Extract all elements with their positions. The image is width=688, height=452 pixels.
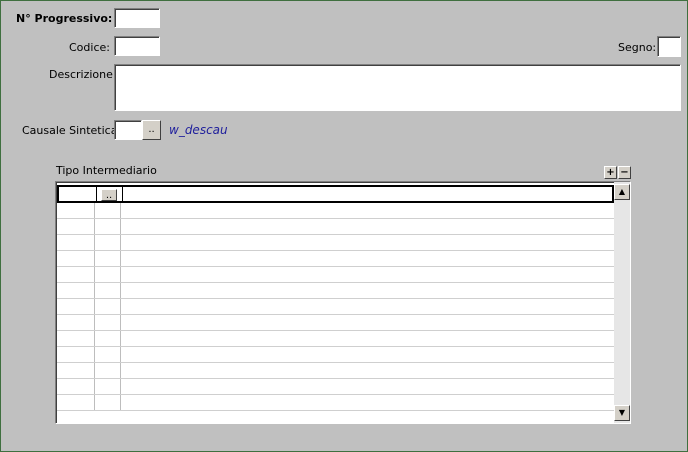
grid-cell[interactable]	[57, 235, 95, 250]
grid-cell[interactable]	[57, 267, 95, 282]
grid-title: Tipo Intermediario	[56, 164, 157, 177]
grid-cell[interactable]	[95, 363, 121, 378]
grid-cell-description[interactable]	[123, 187, 612, 201]
grid-cell[interactable]	[57, 347, 95, 362]
grid-scrollbar[interactable]: ▲ ▼	[614, 182, 630, 423]
causale-description: w_descau	[169, 123, 228, 137]
grid-cell[interactable]	[121, 251, 614, 266]
grid-cell[interactable]	[57, 283, 95, 298]
causale-lookup-button[interactable]: ..	[142, 120, 161, 140]
grid-cell[interactable]	[57, 219, 95, 234]
table-row[interactable]	[57, 235, 614, 251]
grid-cell[interactable]	[121, 235, 614, 250]
grid-cell[interactable]	[121, 379, 614, 394]
grid-cell[interactable]	[95, 219, 121, 234]
grid-cell[interactable]	[57, 315, 95, 330]
causale-field[interactable]	[114, 120, 142, 140]
descrizione-label: Descrizione:	[49, 68, 117, 81]
add-row-button[interactable]: +	[604, 166, 617, 179]
grid-cell[interactable]	[57, 379, 95, 394]
grid-cell[interactable]	[121, 299, 614, 314]
table-row[interactable]	[57, 267, 614, 283]
grid-cell[interactable]	[121, 395, 614, 410]
grid-cell[interactable]	[57, 299, 95, 314]
grid-cell-code[interactable]	[59, 187, 97, 201]
grid-cell[interactable]	[57, 331, 95, 346]
segno-field[interactable]	[657, 36, 681, 57]
grid-cell[interactable]	[121, 331, 614, 346]
segno-label: Segno:	[618, 41, 657, 54]
grid-cell[interactable]	[121, 283, 614, 298]
grid-cell[interactable]	[95, 283, 121, 298]
codice-field[interactable]	[114, 36, 160, 56]
tipo-intermediario-grid: .. ▲ ▼	[55, 181, 631, 424]
grid-cell[interactable]	[121, 347, 614, 362]
codice-label: Codice:	[69, 41, 110, 54]
table-row[interactable]	[57, 299, 614, 315]
grid-cell[interactable]	[121, 267, 614, 282]
grid-cell[interactable]	[95, 203, 121, 218]
grid-cell[interactable]	[121, 203, 614, 218]
grid-cell[interactable]	[95, 331, 121, 346]
table-row[interactable]	[57, 315, 614, 331]
table-row[interactable]	[57, 283, 614, 299]
table-row[interactable]	[57, 363, 614, 379]
table-row[interactable]	[57, 379, 614, 395]
table-row[interactable]	[57, 331, 614, 347]
grid-cell[interactable]	[95, 251, 121, 266]
grid-cell[interactable]	[57, 363, 95, 378]
grid-cell[interactable]	[95, 315, 121, 330]
scroll-down-icon[interactable]: ▼	[614, 405, 630, 421]
grid-cell[interactable]	[57, 203, 95, 218]
table-row[interactable]	[57, 203, 614, 219]
grid-cell[interactable]	[57, 395, 95, 410]
form-window: N° Progressivo: Codice: Segno: Descrizio…	[0, 0, 688, 452]
descrizione-field[interactable]	[114, 64, 681, 111]
grid-cell[interactable]	[95, 395, 121, 410]
progressivo-field[interactable]	[114, 8, 160, 28]
causale-label: Causale Sintetica:	[22, 124, 122, 137]
row-lookup-button[interactable]: ..	[101, 189, 117, 201]
grid-cell[interactable]	[95, 267, 121, 282]
grid-cell[interactable]	[121, 315, 614, 330]
remove-row-button[interactable]: −	[618, 166, 631, 179]
table-row[interactable]	[57, 219, 614, 235]
grid-cell[interactable]	[95, 347, 121, 362]
grid-cell[interactable]	[121, 219, 614, 234]
scroll-up-icon[interactable]: ▲	[614, 184, 630, 200]
grid-cell[interactable]	[95, 299, 121, 314]
table-row[interactable]	[57, 395, 614, 411]
grid-cell[interactable]	[121, 363, 614, 378]
table-row[interactable]	[57, 347, 614, 363]
grid-cell-lookup: ..	[97, 187, 123, 201]
progressivo-label: N° Progressivo:	[16, 12, 113, 25]
grid-row-active[interactable]: ..	[57, 185, 614, 203]
table-row[interactable]	[57, 251, 614, 267]
grid-cell[interactable]	[57, 251, 95, 266]
grid-cell[interactable]	[95, 379, 121, 394]
grid-cell[interactable]	[95, 235, 121, 250]
grid-rows: ..	[57, 185, 614, 411]
